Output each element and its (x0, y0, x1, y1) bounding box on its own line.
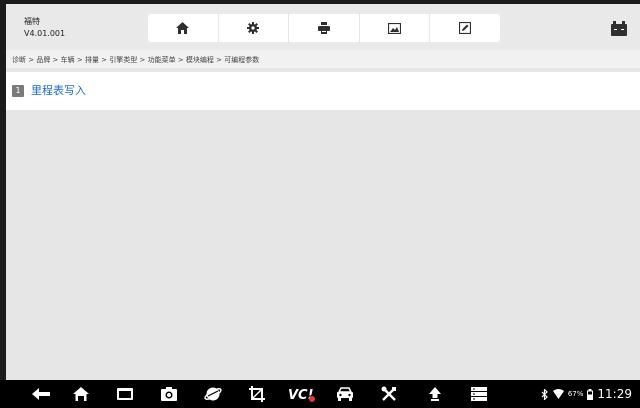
app-window: 福特 V4.01.001 诊断 > 品牌 > 车辆 > 排量 > 引擎类型 > … (0, 0, 640, 408)
upload-button[interactable] (424, 385, 446, 403)
menu-item-number: 1 (12, 85, 24, 97)
image-icon (388, 22, 402, 34)
menu-icon (471, 387, 487, 401)
toolbar (148, 14, 500, 42)
print-button[interactable] (289, 14, 360, 42)
browser-icon (204, 387, 222, 401)
vci-status-button[interactable] (608, 18, 630, 38)
vci-battery-icon (611, 21, 627, 36)
bluetooth-icon (541, 388, 548, 400)
home-icon (73, 387, 89, 401)
recent-apps-button[interactable] (114, 385, 136, 403)
vehicle-button[interactable] (334, 385, 356, 403)
upload-icon (429, 387, 441, 401)
status-tray: 67% 11:29 (541, 386, 632, 402)
home-icon (176, 22, 190, 34)
vehicle-brand-title: 福特 (24, 17, 40, 26)
camera-button[interactable] (158, 385, 180, 403)
menu-item-odometer-write[interactable] (6, 72, 640, 110)
settings-icon (247, 22, 260, 34)
edit-icon (459, 22, 472, 34)
tools-button[interactable] (378, 385, 400, 403)
vci-connection-button[interactable]: VC! (288, 385, 316, 403)
back-button[interactable] (30, 385, 52, 403)
home-button[interactable] (148, 14, 219, 42)
clock: 11:29 (597, 387, 632, 401)
software-version: V4.01.001 (24, 29, 66, 38)
back-icon (32, 388, 50, 400)
wifi-icon (552, 389, 564, 399)
breadcrumb: 诊断 > 品牌 > 车辆 > 排量 > 引擎类型 > 功能菜单 > 模块编程 >… (12, 56, 260, 64)
car-icon (337, 387, 353, 401)
menu-item-label[interactable]: 里程表写入 (31, 84, 86, 98)
battery-icon (587, 388, 594, 400)
battery-percent: 67% (567, 390, 584, 398)
edit-button[interactable] (430, 14, 500, 42)
camera-icon (161, 387, 177, 401)
recent-apps-icon (117, 388, 133, 400)
crop-icon (249, 386, 265, 402)
image-button[interactable] (360, 14, 431, 42)
print-icon (317, 22, 330, 34)
nav-home-button[interactable] (70, 385, 92, 403)
vci-icon: VC! (288, 388, 315, 402)
content-area (6, 68, 640, 380)
browser-button[interactable] (202, 385, 224, 403)
tools-icon (381, 386, 396, 401)
settings-button[interactable] (219, 14, 290, 42)
data-menu-button[interactable] (468, 385, 490, 403)
screenshot-crop-button[interactable] (246, 385, 268, 403)
